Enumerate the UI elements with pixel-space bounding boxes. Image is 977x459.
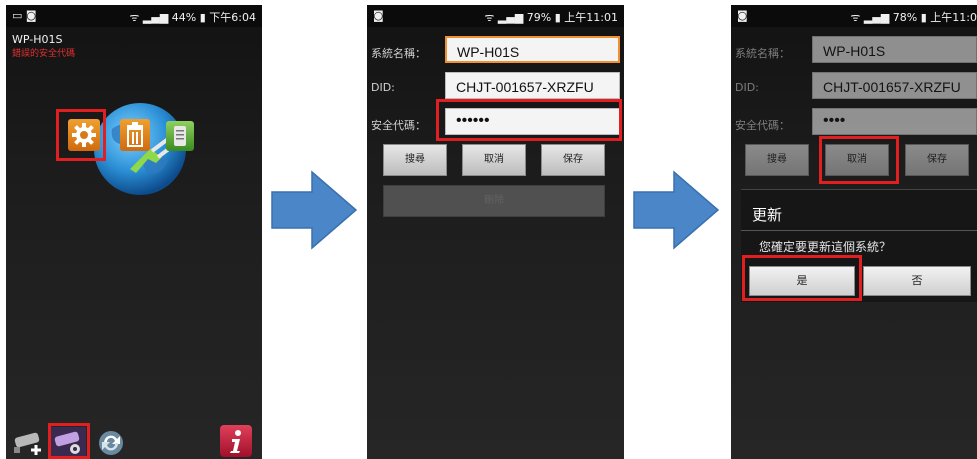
status-icons-left: ◙ [373, 9, 384, 22]
refresh-icon[interactable] [96, 429, 126, 457]
did-label: DID: [735, 81, 759, 94]
info-icon [230, 430, 241, 453]
status-icons-right: ᯤ ▂▄▆ 78% ▮ 上午11:0 [850, 11, 977, 24]
highlight-camera-settings [48, 423, 90, 459]
document-icon [174, 126, 186, 146]
status-bar: ◙ ᯤ ▂▄▆ 78% ▮ 上午11:0 [731, 5, 977, 27]
info-document-button[interactable] [166, 121, 194, 151]
phone-screen-1: ▭ ◙ ᯤ ▂▄▆ 44% ▮ 下午6:04 WP-H01S 錯誤的安全代碼 [6, 5, 262, 459]
dialog-message: 您確定要更新這個系統？ [759, 240, 892, 254]
system-name-label: 系統名稱： [371, 47, 426, 60]
highlight-yes [742, 255, 862, 301]
phone-screen-2: ◙ ᯤ ▂▄▆ 79% ▮ 上午11:01 系統名稱： WP-H01S DID:… [367, 5, 624, 459]
status-icons-left: ◙ [737, 9, 748, 22]
highlight-cancel [819, 136, 899, 184]
add-camera-icon[interactable] [12, 427, 46, 457]
system-name-field[interactable]: WP-H01S [812, 36, 977, 63]
status-icons-right: ᯤ ▂▄▆ 44% ▮ 下午6:04 [129, 11, 256, 24]
status-bar: ▭ ◙ ᯤ ▂▄▆ 44% ▮ 下午6:04 [6, 5, 262, 27]
did-field[interactable]: CHJT-001657-XRZFU [445, 72, 620, 99]
status-icons-left: ▭ ◙ [12, 9, 37, 22]
search-button[interactable]: 搜尋 [383, 144, 447, 176]
trash-icon [127, 122, 143, 147]
arrow-right-icon [271, 170, 358, 250]
status-icons-right: ᯤ ▂▄▆ 79% ▮ 上午11:01 [484, 11, 618, 24]
phone-screen-3: ◙ ᯤ ▂▄▆ 78% ▮ 上午11:0 系統名稱： WP-H01S DID: … [731, 5, 977, 459]
status-bar: ◙ ᯤ ▂▄▆ 79% ▮ 上午11:01 [367, 5, 624, 27]
info-button[interactable] [220, 425, 252, 457]
delete-button[interactable]: 刪除 [383, 185, 605, 217]
dialog-divider [741, 230, 977, 231]
security-code-label: 安全代碼： [735, 119, 790, 132]
confirm-no-button[interactable]: 否 [863, 266, 971, 296]
did-label: DID: [371, 81, 395, 94]
highlight-gear [56, 109, 106, 161]
arrow-right-icon [633, 170, 720, 250]
save-button[interactable]: 保存 [905, 144, 969, 176]
dialog-title: 更新 [752, 206, 783, 224]
security-code-label: 安全代碼： [371, 119, 426, 132]
search-button[interactable]: 搜尋 [745, 144, 809, 176]
device-name: WP-H01S [12, 33, 63, 46]
highlight-security-code [436, 99, 622, 141]
save-button[interactable]: 保存 [541, 144, 605, 176]
did-field[interactable]: CHJT-001657-XRZFU [812, 72, 977, 99]
security-code-field[interactable]: •••• [812, 108, 977, 135]
system-name-field[interactable]: WP-H01S [445, 36, 620, 63]
cancel-button[interactable]: 取消 [462, 144, 526, 176]
delete-button[interactable] [120, 119, 150, 151]
warning-text: 錯誤的安全代碼 [12, 49, 76, 59]
system-name-label: 系統名稱： [735, 47, 790, 60]
